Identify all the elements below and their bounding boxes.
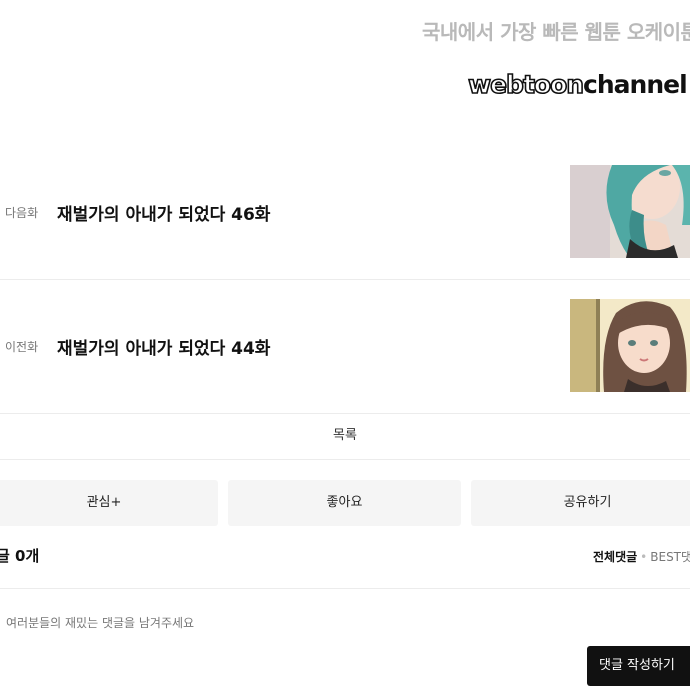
previous-episode-title[interactable]: 재벌가의 아내가 되었다 44화: [57, 334, 270, 359]
write-comment-button[interactable]: 댓글 작성하기: [587, 646, 690, 686]
comment-count: 글 0개: [0, 547, 40, 565]
previous-episode-label: 이전화: [5, 340, 39, 354]
like-button[interactable]: 좋아요: [228, 480, 461, 526]
webtoonchannel-logo[interactable]: webtoonchannel: [467, 69, 688, 100]
next-episode-label: 다음화: [5, 206, 39, 220]
previous-thumbnail-art: [570, 299, 690, 392]
episode-list-button[interactable]: 목록: [0, 413, 690, 460]
logo-text-webtoon: webtoon: [467, 69, 585, 100]
banner-tagline: 국내에서 가장 빠른 웹툰 오케이툰: [422, 20, 690, 44]
next-episode-row[interactable]: 다음화 재벌가의 아내가 되었다 46화: [0, 145, 690, 280]
previous-episode-thumbnail[interactable]: [570, 299, 690, 392]
logo-text-channel: channel: [583, 70, 688, 99]
comment-sort-tabs: 전체댓글•BEST댓글: [593, 548, 690, 565]
favorite-button[interactable]: 관심+: [0, 480, 218, 526]
comment-input[interactable]: 여러분들의 재밌는 댓글을 남겨주세요: [6, 614, 194, 631]
next-episode-title[interactable]: 재벌가의 아내가 되었다 46화: [57, 200, 270, 225]
previous-episode-row[interactable]: 이전화 재벌가의 아내가 되었다 44화: [0, 279, 690, 414]
sort-separator: •: [640, 550, 648, 564]
next-thumbnail-art: [570, 165, 690, 258]
next-episode-thumbnail[interactable]: [570, 165, 690, 258]
sort-best-comments-tab[interactable]: BEST댓글: [650, 550, 690, 564]
comment-divider: [0, 588, 690, 589]
sort-all-comments-tab[interactable]: 전체댓글: [593, 550, 637, 564]
share-button[interactable]: 공유하기: [471, 480, 690, 526]
